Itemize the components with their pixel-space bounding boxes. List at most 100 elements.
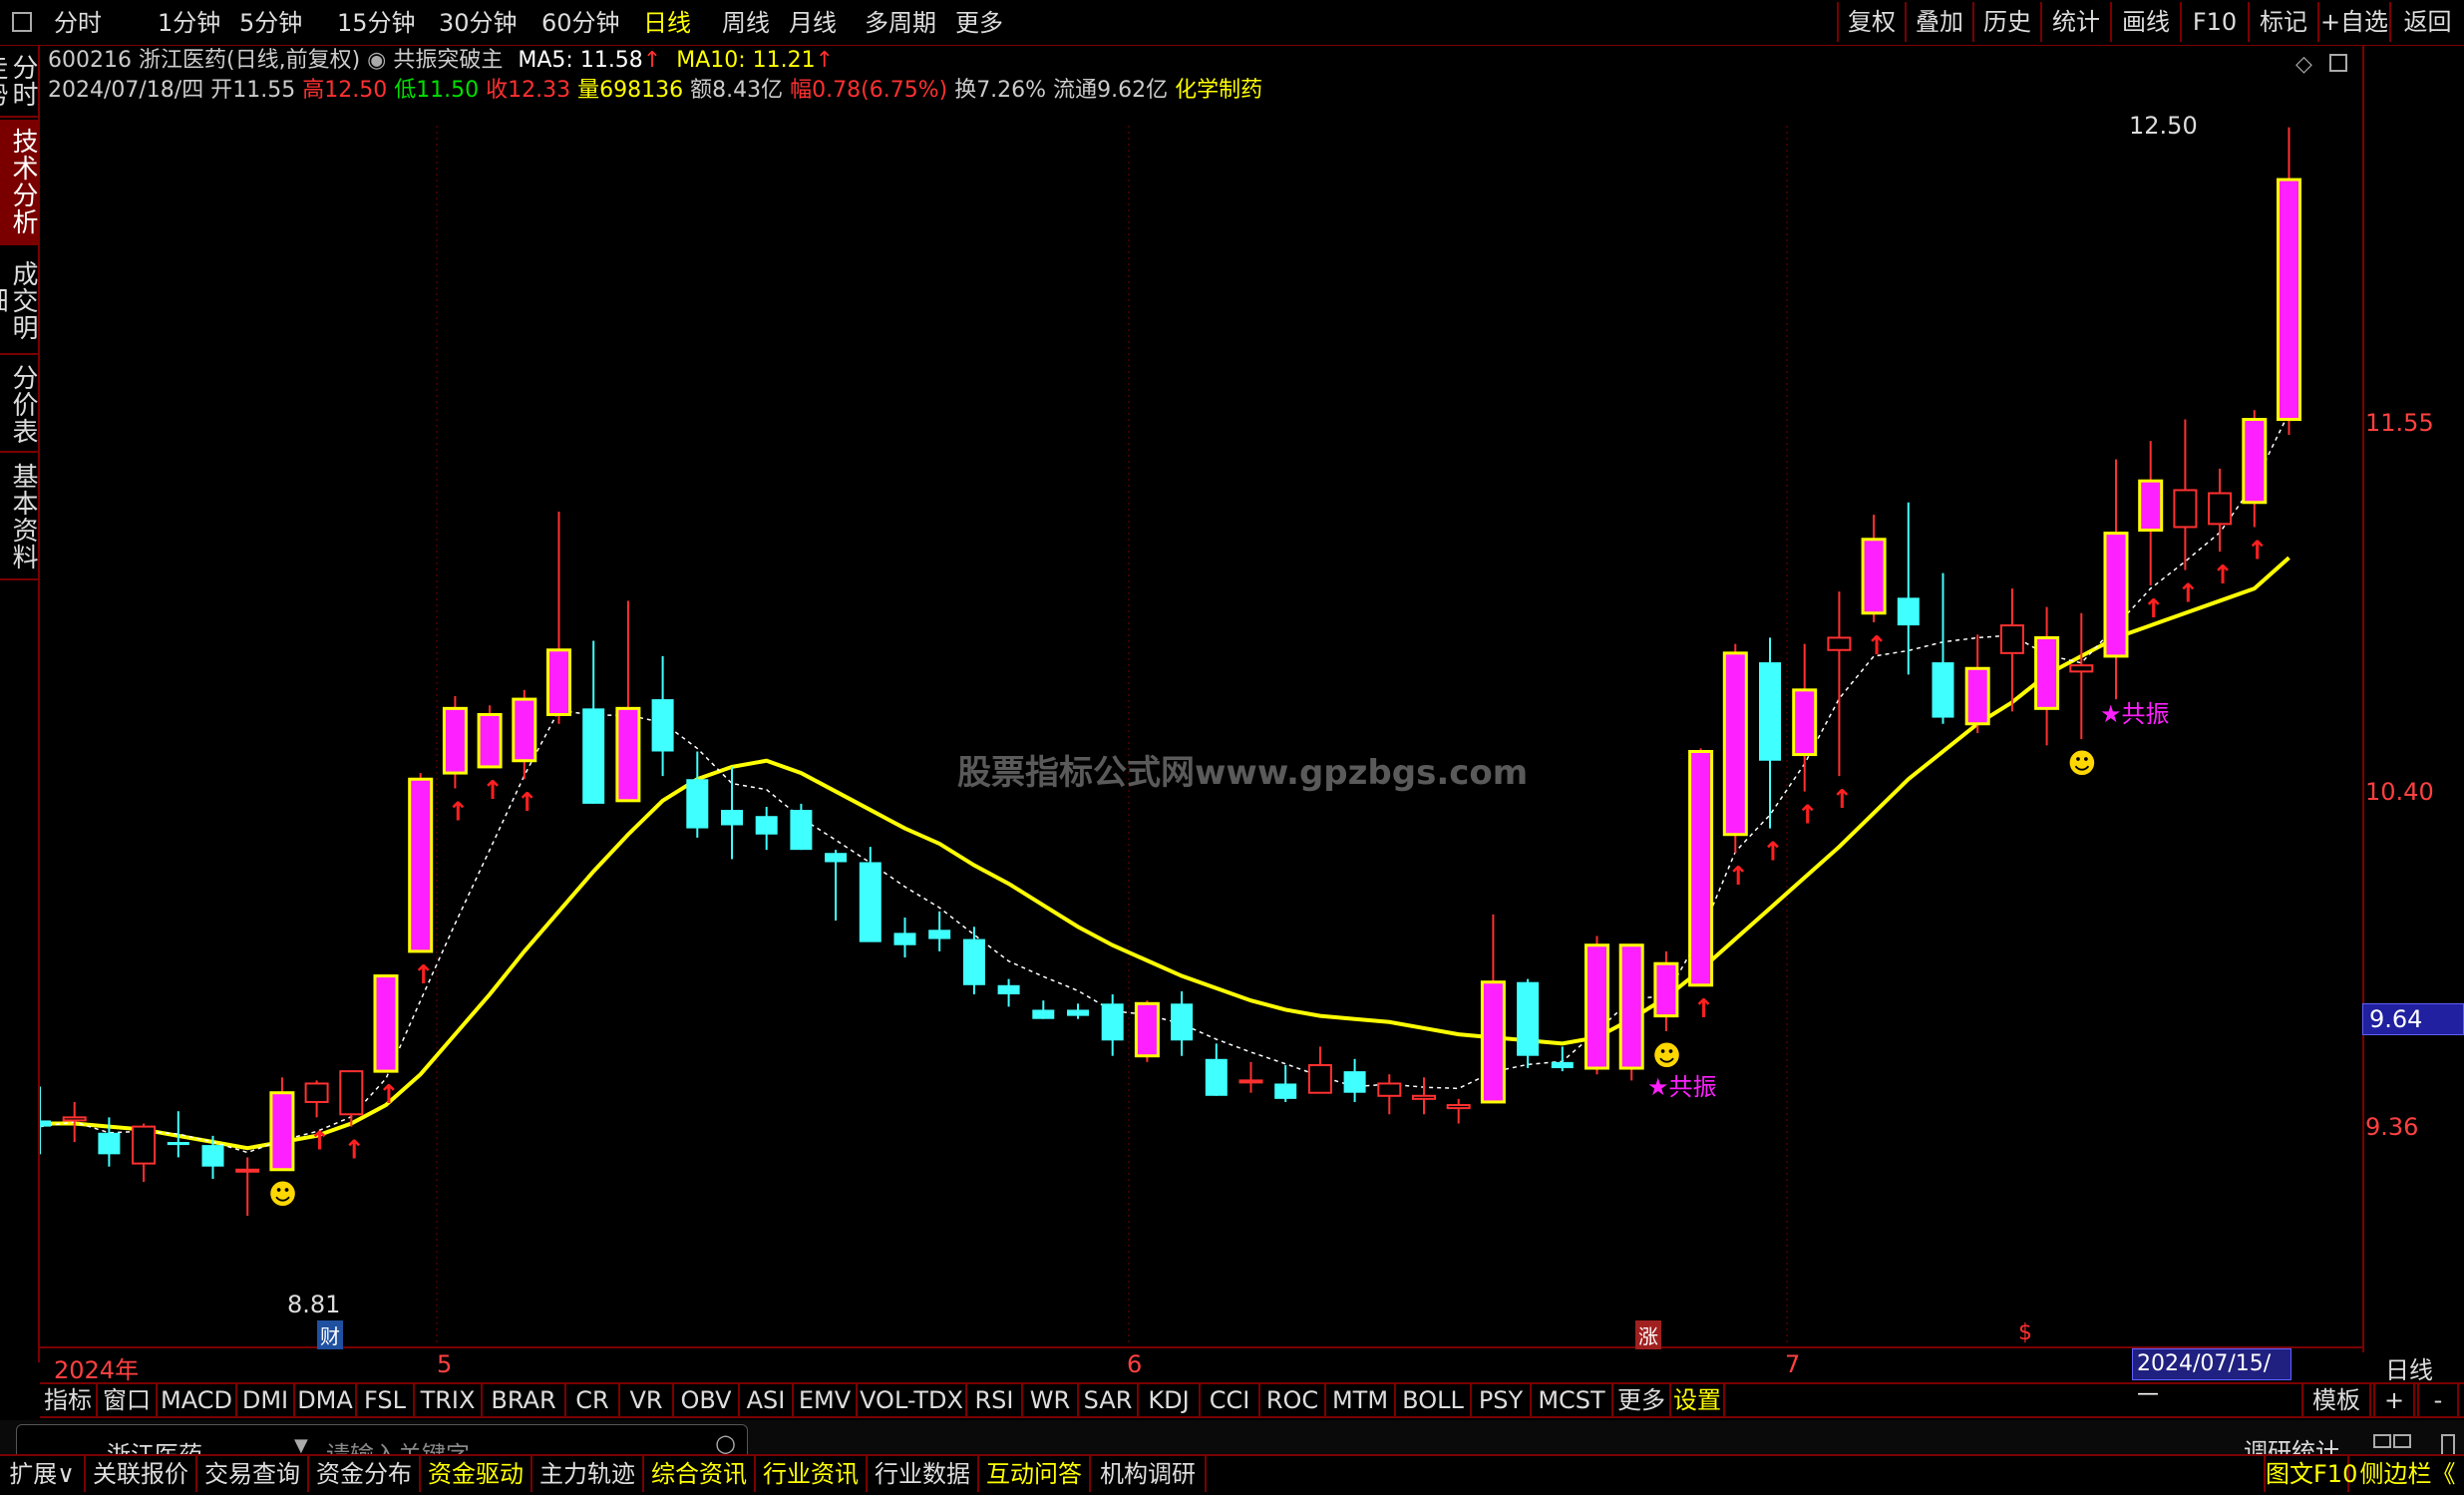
candle [1480,914,1506,1104]
bottom-tab-interactive-qa[interactable]: 互动问答 [979,1456,1091,1492]
search-icon[interactable]: ○ [715,1429,736,1454]
tab-trade-details[interactable]: 成交明细 [0,247,38,355]
financial-report-marker[interactable]: 财 [317,1320,343,1349]
bottom-tab-main-force-track[interactable]: 主力轨迹 [532,1456,644,1492]
limit-up-marker[interactable]: 涨 [1635,1320,1661,1349]
candle-body [1722,651,1748,837]
cursor-date-box: 2024/07/15/— [2132,1348,2291,1406]
indicator-tab-vr[interactable]: VR [620,1384,674,1416]
indicator-tab-指标[interactable]: 指标 [40,1384,98,1416]
add-favorite-button[interactable]: +自选 [2317,2,2389,42]
overlay-button[interactable]: 叠加 [1905,2,1972,42]
candle [1205,1043,1228,1096]
bottom-tab-related-quotes[interactable]: 关联报价 [86,1456,197,1492]
statistics-button[interactable]: 统计 [2040,2,2110,42]
bottom-tab-general-news[interactable]: 综合资讯 [644,1456,756,1492]
period-tab-monthly[interactable]: 月线 [789,6,837,40]
candle [1618,943,1644,1081]
indicator-tab-obv[interactable]: OBV [674,1384,740,1416]
period-tab-15min[interactable]: 15分钟 [337,6,416,40]
period-tab-weekly[interactable]: 周线 [722,6,770,40]
candle [997,978,1020,1007]
indicator-tab-brar[interactable]: BRAR [483,1384,566,1416]
candle [1517,978,1540,1069]
indicator-tab-dmi[interactable]: DMI [237,1384,295,1416]
back-button[interactable]: 返回 [2389,2,2464,42]
restore-rights-button[interactable]: 复权 [1837,2,1905,42]
drawing-button[interactable]: 画线 [2110,2,2180,42]
bottom-tab-institution-research[interactable]: 机构调研 [1091,1456,1207,1492]
f10-button[interactable]: 图文F10 [2264,1456,2357,1492]
bottom-tab-trade-query[interactable]: 交易查询 [197,1456,309,1492]
bottom-tab-industry-data[interactable]: 行业数据 [868,1456,979,1492]
period-tab-more[interactable]: 更多 [955,6,1003,40]
indicator-tab-mcst[interactable]: MCST [1532,1384,1613,1416]
indicator-tab-asi[interactable]: ASI [740,1384,794,1416]
indicator-tab-rsi[interactable]: RSI [967,1384,1023,1416]
indicator-tab-mtm[interactable]: MTM [1326,1384,1396,1416]
bottom-tab-fund-driven[interactable]: 资金驱动 [421,1456,532,1492]
indicator-tab-psy[interactable]: PSY [1472,1384,1532,1416]
bottom-tab-fund-distribution[interactable]: 资金分布 [309,1456,421,1492]
candle-body [2242,418,2268,505]
indicator-tab-boll[interactable]: BOLL [1396,1384,1472,1416]
period-unit-label[interactable]: 日线 [2385,1350,2433,1385]
bottom-tab-expand[interactable]: 扩展∨ [0,1456,86,1492]
search-box[interactable]: 浙江医药 ▼ 请输入关键字 ○ [16,1424,748,1454]
period-tab-60min[interactable]: 60分钟 [541,6,620,40]
research-stats-label[interactable]: 调研统计 [2244,1432,2339,1454]
candle [477,705,503,769]
indicator-tab-dma[interactable]: DMA [295,1384,357,1416]
remove-window-button[interactable]: - [2417,1384,2459,1416]
tab-realtime-trend[interactable]: 分时走势 [0,46,38,118]
candle [1551,1046,1574,1072]
template-button[interactable]: 模板 [2301,1384,2371,1416]
buy-arrow-icon: ↑ [378,1080,400,1110]
period-tab-daily[interactable]: 日线 [643,6,691,40]
window-menu-icon[interactable] [12,12,32,32]
indicator-tab-设置[interactable]: 设置 [1671,1384,1725,1416]
indicator-tab-cci[interactable]: CCI [1201,1384,1260,1416]
candle [1999,588,2024,712]
candle [373,974,399,1073]
indicator-tab-trix[interactable]: TRIX [415,1384,483,1416]
candlestick-chart[interactable]: 股票指标公式网www.gpzbgs.com ↑ ↑ ↑ ↑ ↑ ↑ ↑ ↑ ↑ ↑ ↑ ↑ ↑ ↑ ↑ ↑ ↑ ☻… [40,46,2362,1346]
period-tab-realtime[interactable]: 分时 [54,6,102,40]
add-window-button[interactable]: + [2373,1384,2415,1416]
tab-technical-analysis[interactable]: 技术分析 [0,120,38,245]
indicator-tab-macd[interactable]: MACD [158,1384,237,1416]
mark-button[interactable]: 标记 [2248,2,2317,42]
indicator-tab-fsl[interactable]: FSL [357,1384,415,1416]
tab-price-distribution[interactable]: 分价表 [0,357,38,453]
period-tab-30min[interactable]: 30分钟 [439,6,518,40]
indicator-tab-emv[interactable]: EMV [794,1384,858,1416]
scroll-icon[interactable] [2441,1434,2455,1454]
indicator-tab-cr[interactable]: CR [566,1384,620,1416]
period-tab-multi-period[interactable]: 多周期 [865,6,936,40]
dividend-marker[interactable]: $ [2018,1320,2032,1345]
panel-icon[interactable] [2373,1434,2391,1448]
period-tab-1min[interactable]: 1分钟 [158,6,220,40]
panel-icon[interactable] [2393,1434,2411,1448]
tab-basic-info[interactable]: 基本资料 [0,455,38,580]
watermark: 股票指标公式网www.gpzbgs.com [957,753,1528,793]
dropdown-arrow-icon[interactable]: ▼ [294,1435,308,1454]
indicator-tab-vol-tdx[interactable]: VOL-TDX [858,1384,967,1416]
indicator-tab-wr[interactable]: WR [1023,1384,1079,1416]
indicator-tab-kdj[interactable]: KDJ [1139,1384,1201,1416]
indicator-tab-sar[interactable]: SAR [1079,1384,1139,1416]
buy-arrow-icon: ↑ [1831,785,1853,815]
indicator-tab-roc[interactable]: ROC [1260,1384,1326,1416]
bottom-tab-industry-news[interactable]: 行业资讯 [756,1456,868,1492]
sidebar-toggle[interactable]: 侧边栏《 [2351,1456,2464,1492]
f10-button[interactable]: F10 [2180,2,2248,42]
candle [1171,990,1194,1056]
period-tab-5min[interactable]: 5分钟 [239,6,302,40]
indicator-tab-窗口[interactable]: 窗口 [98,1384,158,1416]
smiley-signal-icon: ☻ [1652,1039,1681,1072]
candle [962,927,985,995]
indicator-tab-更多[interactable]: 更多 [1613,1384,1671,1416]
buy-arrow-icon: ↑ [2247,536,2269,565]
candle-body [1792,688,1818,757]
history-button[interactable]: 历史 [1972,2,2040,42]
